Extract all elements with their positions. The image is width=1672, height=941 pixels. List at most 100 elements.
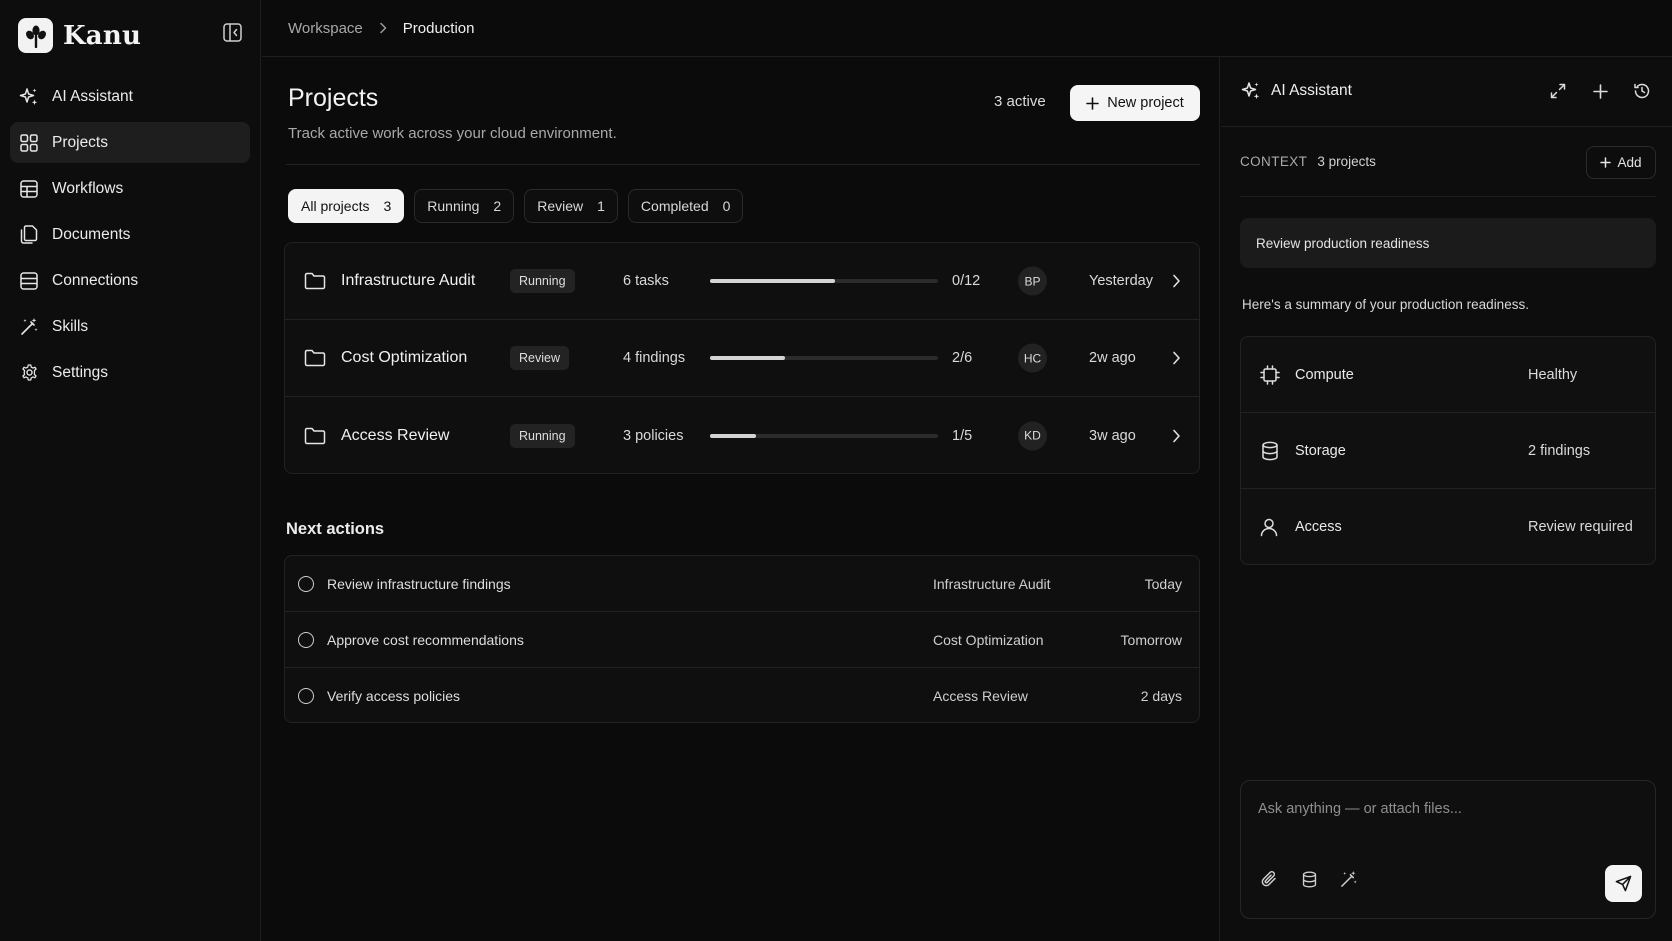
- list-item[interactable]: Verify access policies Access Review 2 d…: [285, 668, 1199, 722]
- project-items: 4 findings: [623, 350, 686, 366]
- collapse-sidebar-button[interactable]: [221, 21, 243, 43]
- project-items: 3 policies: [623, 427, 684, 444]
- expand-icon[interactable]: [1548, 81, 1568, 101]
- action-due: Today: [1144, 575, 1182, 592]
- send-button[interactable]: [1605, 865, 1642, 902]
- complete-checkbox[interactable]: [298, 688, 314, 704]
- action-project: Cost Optimization: [933, 631, 1044, 648]
- next-actions-list: Review infrastructure findings Infrastru…: [284, 555, 1200, 723]
- sidebar-item-connections[interactable]: Connections: [10, 260, 250, 301]
- sidebar-nav: AI Assistant Projects Workflows Document…: [10, 76, 250, 398]
- tab-label: Completed: [640, 198, 709, 214]
- status-badge: Running: [510, 269, 575, 293]
- database-icon: [19, 271, 39, 291]
- brand[interactable]: Kanu: [18, 18, 141, 53]
- chevron-right-icon: [1172, 429, 1181, 443]
- progress-bar: [710, 433, 938, 438]
- sidebar-item-label: Settings: [52, 363, 109, 381]
- complete-checkbox[interactable]: [298, 575, 314, 592]
- tab-review[interactable]: Review 1: [524, 189, 618, 223]
- sidebar-item-label: Documents: [52, 225, 131, 243]
- updated-time: 2w ago: [1089, 350, 1136, 366]
- chat-composer: [1240, 780, 1656, 919]
- history-icon[interactable]: [1632, 81, 1652, 101]
- tab-label: All projects: [301, 198, 370, 214]
- new-project-label: New project: [1107, 95, 1184, 111]
- summary-value: Review required: [1528, 519, 1633, 535]
- sidebar-item-label: Workflows: [52, 179, 124, 197]
- new-chat-icon[interactable]: [1590, 81, 1610, 101]
- assistant-panel: AI Assistant CONTEXT 3 projects Add Revi…: [1221, 57, 1672, 941]
- plus-icon: [1086, 96, 1100, 110]
- sidebar-toggle-icon: [222, 22, 242, 42]
- sidebar-item-projects[interactable]: Projects: [10, 122, 250, 163]
- tab-count: 2: [493, 198, 502, 214]
- assistant-title-label: AI Assistant: [1271, 82, 1352, 99]
- folder-icon: [304, 272, 326, 290]
- summary-row: Access Review required: [1241, 489, 1655, 564]
- breadcrumb-workspace[interactable]: Workspace: [288, 20, 363, 37]
- action-label: Approve cost recommendations: [327, 631, 524, 648]
- readiness-summary: Compute Healthy Storage 2 findings Acces…: [1240, 336, 1656, 565]
- avatar: HC: [1018, 343, 1047, 373]
- sidebar-item-ai-assistant[interactable]: AI Assistant: [10, 76, 250, 117]
- tab-running[interactable]: Running 2: [414, 189, 515, 223]
- composer-tools: [1259, 869, 1359, 889]
- projects-main: Projects Track active work across your c…: [262, 57, 1220, 941]
- sparkle-icon: [19, 87, 39, 107]
- assistant-header: AI Assistant: [1221, 57, 1672, 127]
- complete-checkbox[interactable]: [298, 631, 314, 648]
- gear-icon: [19, 363, 39, 383]
- sidebar-item-label: Connections: [52, 271, 139, 289]
- progress-fraction: 1/5: [952, 427, 973, 444]
- tab-completed[interactable]: Completed 0: [627, 189, 744, 223]
- assistant-reply: Here's a summary of your production read…: [1242, 297, 1529, 312]
- user-message: Review production readiness: [1240, 218, 1656, 268]
- updated-time: Yesterday: [1089, 273, 1153, 289]
- table-row[interactable]: Infrastructure Audit Running 6 tasks 0/1…: [285, 243, 1199, 320]
- context-value: 3 projects: [1317, 154, 1376, 169]
- tab-count: 3: [383, 198, 392, 214]
- tab-count: 0: [722, 198, 731, 214]
- project-filter-tabs: All projects 3 Running 2 Review 1 Comple…: [288, 189, 744, 223]
- sidebar-item-settings[interactable]: Settings: [10, 352, 250, 393]
- page-subtitle: Track active work across your cloud envi…: [288, 125, 617, 142]
- table-row[interactable]: Cost Optimization Review 4 findings 2/6 …: [285, 320, 1199, 397]
- project-name: Infrastructure Audit: [341, 272, 476, 289]
- active-count: 3 active: [994, 93, 1046, 110]
- chevron-right-icon: [1172, 274, 1181, 288]
- summary-label: Storage: [1295, 442, 1346, 459]
- table-row[interactable]: Access Review Running 3 policies 1/5 KD …: [285, 397, 1199, 473]
- status-badge: Running: [510, 423, 575, 448]
- sidebar-item-label: Projects: [52, 133, 108, 151]
- assistant-title: AI Assistant: [1241, 81, 1352, 101]
- chevron-right-icon: [379, 22, 387, 34]
- add-context-button[interactable]: Add: [1586, 146, 1656, 179]
- magic-wand-icon[interactable]: [1339, 869, 1359, 889]
- progress-fraction: 0/12: [952, 273, 981, 289]
- progress-fill: [710, 433, 756, 438]
- sidebar-item-label: Skills: [52, 317, 89, 335]
- tab-label: Running: [427, 198, 480, 214]
- database-icon[interactable]: [1299, 869, 1319, 889]
- context-label: CONTEXT: [1240, 154, 1308, 169]
- tab-all-projects[interactable]: All projects 3: [288, 189, 405, 223]
- progress-fill: [710, 279, 836, 283]
- paperclip-icon[interactable]: [1259, 869, 1279, 889]
- sidebar-item-documents[interactable]: Documents: [10, 214, 250, 255]
- tab-label: Review: [537, 198, 584, 214]
- documents-icon: [19, 225, 39, 245]
- cpu-icon: [1260, 364, 1280, 385]
- context-info: CONTEXT 3 projects: [1240, 154, 1376, 169]
- sidebar-item-skills[interactable]: Skills: [10, 306, 250, 347]
- list-item[interactable]: Review infrastructure findings Infrastru…: [285, 556, 1199, 612]
- project-name: Access Review: [341, 426, 450, 444]
- sidebar-item-label: AI Assistant: [52, 87, 133, 105]
- new-project-button[interactable]: New project: [1070, 85, 1200, 121]
- list-item[interactable]: Approve cost recommendations Cost Optimi…: [285, 612, 1199, 668]
- send-icon: [1615, 875, 1632, 892]
- action-due: Tomorrow: [1120, 631, 1182, 648]
- sidebar-item-workflows[interactable]: Workflows: [10, 168, 250, 209]
- user-icon: [1260, 517, 1280, 537]
- chat-input[interactable]: [1258, 801, 1638, 817]
